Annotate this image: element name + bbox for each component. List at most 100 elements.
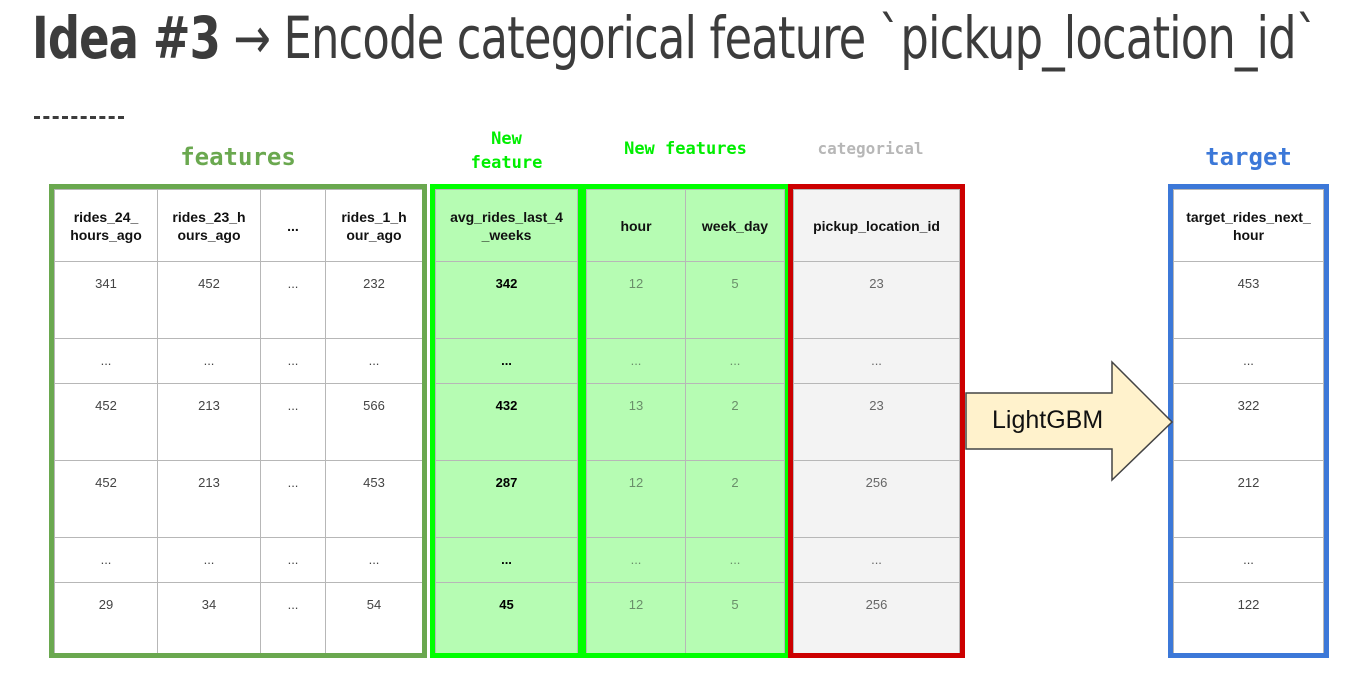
table-row: 452 213... 566 <box>54 383 422 461</box>
title-underline <box>34 116 124 119</box>
column-header: rides_24_ hours_ago <box>54 189 158 262</box>
new-features-label: New features <box>624 139 747 159</box>
column-header: avg_rides_last_4 _weeks <box>435 189 578 262</box>
table-cell: ... <box>586 338 686 384</box>
table-cell: 5 <box>685 582 785 653</box>
table-cell: 453 <box>325 460 422 538</box>
features-table: rides_24_ hours_ago rides_23_h ours_ago..… <box>49 184 427 658</box>
table-cell: ... <box>435 338 578 384</box>
table-cell: 342 <box>435 261 578 339</box>
categorical-grid: pickup_location_id 23... 23 256... 256 <box>793 189 960 653</box>
table-cell: ... <box>793 338 960 384</box>
features-grid: rides_24_ hours_ago rides_23_h ours_ago..… <box>54 189 422 653</box>
table-cell: 29 <box>54 582 158 653</box>
table-row: 341 452... 232 <box>54 261 422 339</box>
table-cell: ... <box>157 338 261 384</box>
table-cell: 432 <box>435 383 578 461</box>
new-features-table: hour week_day 12 5...... 13 2 12 2...... 12 5 <box>581 184 790 658</box>
table-row: ... <box>1173 537 1324 583</box>
column-header: rides_1_h our_ago <box>325 189 422 262</box>
table-cell: ... <box>1173 338 1324 384</box>
categorical-label: categorical <box>817 139 924 158</box>
header-row: hour week_day <box>586 189 785 262</box>
lightgbm-label: LightGBM <box>992 406 1104 434</box>
new-feature-label-line2: feature <box>470 153 543 173</box>
table-row: 122 <box>1173 582 1324 653</box>
new-feature-label: New feature <box>430 127 583 175</box>
table-row: 45 <box>435 582 578 653</box>
table-cell: ... <box>260 460 326 538</box>
table-row: 452 213... 453 <box>54 460 422 538</box>
table-cell: 256 <box>793 582 960 653</box>
table-cell: ... <box>54 537 158 583</box>
table-row: ...... <box>586 338 785 384</box>
table-cell: ... <box>157 537 261 583</box>
table-cell: 12 <box>586 460 686 538</box>
table-cell: 213 <box>157 383 261 461</box>
column-header: ... <box>260 189 326 262</box>
table-cell: 2 <box>685 460 785 538</box>
categorical-table: pickup_location_id 23... 23 256... 256 <box>788 184 965 658</box>
table-row: ... <box>793 338 960 384</box>
new-feature-grid: avg_rides_last_4 _weeks 342... 432 287... 45 <box>435 189 578 653</box>
table-cell: 23 <box>793 383 960 461</box>
table-cell: ... <box>586 537 686 583</box>
table-cell: 452 <box>157 261 261 339</box>
table-cell: 5 <box>685 261 785 339</box>
table-cell: 453 <box>1173 261 1324 339</box>
table-cell: 256 <box>793 460 960 538</box>
table-row: 23 <box>793 261 960 339</box>
table-row: 23 <box>793 383 960 461</box>
table-cell: 13 <box>586 383 686 461</box>
new-features-body: hour week_day 12 5...... 13 2 12 2...... 12 5 <box>586 189 785 653</box>
table-cell: ... <box>325 338 422 384</box>
table-cell: 12 <box>586 582 686 653</box>
table-row: 122 <box>586 460 785 538</box>
table-cell: ... <box>435 537 578 583</box>
new-feature-body: avg_rides_last_4 _weeks 342... 432 287... 45 <box>435 189 578 653</box>
table-cell: 34 <box>157 582 261 653</box>
table-row: 342 <box>435 261 578 339</box>
column-header: hour <box>586 189 686 262</box>
table-row: 256 <box>793 460 960 538</box>
table-cell: 213 <box>157 460 261 538</box>
table-cell: ... <box>260 338 326 384</box>
table-cell: ... <box>325 537 422 583</box>
table-cell: 566 <box>325 383 422 461</box>
lightgbm-arrow: LightGBM <box>964 360 1176 484</box>
table-cell: 2 <box>685 383 785 461</box>
table-cell: 45 <box>435 582 578 653</box>
target-table: target_rides_next_ hour 453... 322 212... 12… <box>1168 184 1329 658</box>
header-row: target_rides_next_ hour <box>1173 189 1324 262</box>
table-row: 12 5 <box>586 261 785 339</box>
column-header: pickup_location_id <box>793 189 960 262</box>
table-cell: 232 <box>325 261 422 339</box>
table-cell: ... <box>793 537 960 583</box>
table-row: 212 <box>1173 460 1324 538</box>
table-cell: ... <box>260 261 326 339</box>
target-grid: target_rides_next_ hour 453... 322 212... 12… <box>1173 189 1324 653</box>
table-cell: ... <box>685 338 785 384</box>
table-cell: 452 <box>54 460 158 538</box>
title-bold: Idea #3 <box>32 4 221 72</box>
table-row: 256 <box>793 582 960 653</box>
header-row: pickup_location_id <box>793 189 960 262</box>
table-cell: 23 <box>793 261 960 339</box>
new-feature-table: avg_rides_last_4 _weeks 342... 432 287... 45 <box>430 184 583 658</box>
table-cell: ... <box>260 383 326 461</box>
target-label: target <box>1205 143 1292 171</box>
header-row: rides_24_ hours_ago rides_23_h ours_ago..… <box>54 189 422 262</box>
table-cell: 341 <box>54 261 158 339</box>
new-feature-label-line1: New <box>491 129 522 149</box>
table-row: ............ <box>54 537 422 583</box>
column-header: target_rides_next_ hour <box>1173 189 1324 262</box>
table-row: 453 <box>1173 261 1324 339</box>
table-row: 29 34... 54 <box>54 582 422 653</box>
table-row: ... <box>793 537 960 583</box>
features-label: features <box>180 143 296 171</box>
categorical-body: pickup_location_id 23... 23 256... 256 <box>793 189 960 653</box>
target-body: target_rides_next_ hour 453... 322 212... 12… <box>1173 189 1324 653</box>
table-cell: 122 <box>1173 582 1324 653</box>
table-cell: 54 <box>325 582 422 653</box>
table-cell: 322 <box>1173 383 1324 461</box>
